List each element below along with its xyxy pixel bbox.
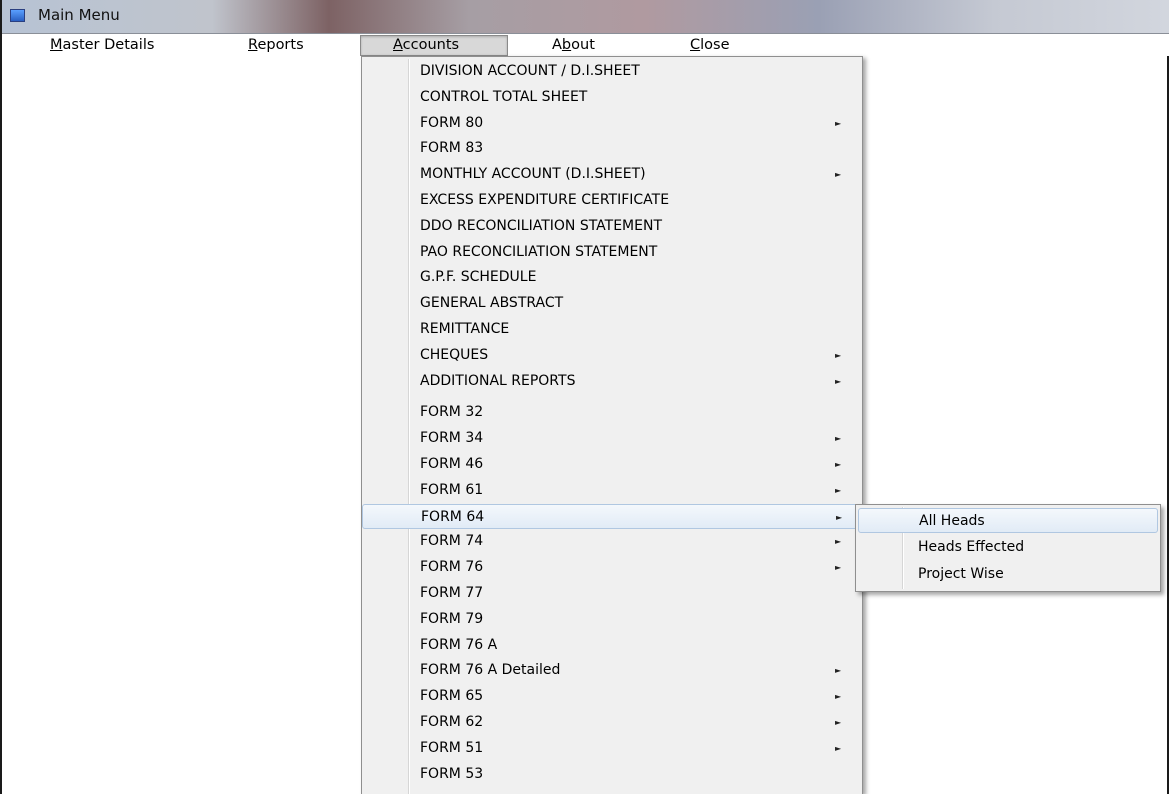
menu-item-form-76-a[interactable]: FORM 76 A	[362, 633, 862, 658]
menu-item-monthly-account-d-i-sheet[interactable]: MONTHLY ACCOUNT (D.I.SHEET) ►	[362, 162, 862, 187]
submenu-item-heads-effected[interactable]: Heads Effected	[858, 535, 1158, 560]
menu-accounts[interactable]: Accounts	[360, 35, 508, 56]
menu-item-form-65[interactable]: FORM 65 ►	[362, 684, 862, 709]
submenu-arrow-icon: ►	[835, 744, 842, 753]
submenu-arrow-icon: ►	[835, 692, 842, 701]
menu-item-label: FORM 62	[420, 714, 484, 730]
submenu-item-all-heads[interactable]: All Heads	[858, 508, 1158, 533]
submenu-arrow-icon: ►	[835, 351, 842, 360]
menu-item-label: FORM 34	[420, 430, 484, 446]
menu-item-form-76-a-detailed[interactable]: FORM 76 A Detailed ►	[362, 658, 862, 683]
menu-item-form-53[interactable]: FORM 53	[362, 762, 862, 787]
menu-item-form-34[interactable]: FORM 34 ►	[362, 426, 862, 451]
submenu-arrow-icon: ►	[835, 486, 842, 495]
menu-item-label: DDO RECONCILIATION STATEMENT	[420, 218, 663, 234]
menu-item-label: FORM 51	[420, 740, 484, 756]
submenu-arrow-icon: ►	[835, 666, 842, 675]
menu-item-form-32[interactable]: FORM 32	[362, 400, 862, 425]
form64-submenu: All Heads Heads Effected Project Wise	[855, 504, 1161, 592]
menu-item-ddo-reconciliation-statement[interactable]: DDO RECONCILIATION STATEMENT	[362, 214, 862, 239]
menu-item-label: CONTROL TOTAL SHEET	[420, 89, 588, 105]
menu-item-form-83[interactable]: FORM 83	[362, 136, 862, 161]
menu-item-form-80[interactable]: FORM 80 ►	[362, 111, 862, 136]
menu-item-label: FORM 64	[421, 509, 485, 525]
menu-item-form-79[interactable]: FORM 79	[362, 607, 862, 632]
menu-item-label: FORM 76 A Detailed	[420, 662, 561, 678]
menu-item-label: FORM 83	[420, 140, 484, 156]
app-icon[interactable]	[10, 9, 25, 22]
menu-item-label: FORM 74	[420, 533, 484, 549]
menu-item-label: FORM 76	[420, 559, 484, 575]
menu-item-general-abstract[interactable]: GENERAL ABSTRACT	[362, 291, 862, 316]
submenu-item-label: Project Wise	[918, 566, 1004, 582]
menu-about[interactable]: About	[546, 36, 601, 55]
menu-item-excess-expenditure-certificate[interactable]: EXCESS EXPENDITURE CERTIFICATE	[362, 188, 862, 213]
menu-item-cheques[interactable]: CHEQUES ►	[362, 343, 862, 368]
submenu-arrow-icon: ►	[836, 513, 843, 522]
menu-item-label: FORM 32	[420, 404, 484, 420]
menu-reports[interactable]: Reports	[242, 36, 310, 55]
menu-item-label: GENERAL ABSTRACT	[420, 295, 564, 311]
accounts-dropdown-menu: DIVISION ACCOUNT / D.I.SHEET CONTROL TOTA…	[361, 56, 863, 794]
menu-bar: Master Details Reports Accounts About Cl…	[2, 34, 1169, 56]
menu-item-label: FORM 65	[420, 688, 484, 704]
menu-item-label: G.P.F. SCHEDULE	[420, 269, 537, 285]
menu-item-label: DIVISION ACCOUNT / D.I.SHEET	[420, 63, 640, 79]
submenu-item-label: Heads Effected	[918, 539, 1025, 555]
menu-item-form-74[interactable]: FORM 74 ►	[362, 529, 862, 554]
menu-item-label: MONTHLY ACCOUNT (D.I.SHEET)	[420, 166, 646, 182]
menu-item-label: CHEQUES	[420, 347, 489, 363]
menu-item-form-51[interactable]: FORM 51 ►	[362, 736, 862, 761]
submenu-arrow-icon: ►	[835, 563, 842, 572]
submenu-item-project-wise[interactable]: Project Wise	[858, 562, 1158, 587]
menu-item-label: PAO RECONCILIATION STATEMENT	[420, 244, 658, 260]
title-bar[interactable]: Main Menu	[2, 0, 1169, 34]
menu-item-g-p-f-schedule[interactable]: G.P.F. SCHEDULE	[362, 265, 862, 290]
menu-item-form-46[interactable]: FORM 46 ►	[362, 452, 862, 477]
menu-item-form-77[interactable]: FORM 77	[362, 581, 862, 606]
submenu-arrow-icon: ►	[835, 434, 842, 443]
menu-item-label: FORM 61	[420, 482, 484, 498]
submenu-arrow-icon: ►	[835, 537, 842, 546]
submenu-arrow-icon: ►	[835, 460, 842, 469]
menu-item-form-76[interactable]: FORM 76 ►	[362, 555, 862, 580]
menu-item-form-62[interactable]: FORM 62 ►	[362, 710, 862, 735]
menu-item-control-total-sheet[interactable]: CONTROL TOTAL SHEET	[362, 85, 862, 110]
submenu-arrow-icon: ►	[835, 119, 842, 128]
menu-item-label: FORM 76 A	[420, 637, 498, 653]
menu-item-additional-reports[interactable]: ADDITIONAL REPORTS ►	[362, 369, 862, 394]
menu-item-form-61[interactable]: FORM 61 ►	[362, 478, 862, 503]
menu-item-label: REMITTANCE	[420, 321, 510, 337]
menu-item-pao-reconciliation-statement[interactable]: PAO RECONCILIATION STATEMENT	[362, 240, 862, 265]
submenu-arrow-icon: ►	[835, 170, 842, 179]
menu-item-remittance[interactable]: REMITTANCE	[362, 317, 862, 342]
menu-item-label: ADDITIONAL REPORTS	[420, 373, 576, 389]
menu-item-form-64[interactable]: FORM 64 ►	[362, 504, 862, 529]
menu-item-label: EXCESS EXPENDITURE CERTIFICATE	[420, 192, 670, 208]
submenu-arrow-icon: ►	[835, 718, 842, 727]
menu-item-label: FORM 79	[420, 611, 484, 627]
menu-item-division-account-d-i-sheet[interactable]: DIVISION ACCOUNT / D.I.SHEET	[362, 59, 862, 84]
menu-master-details[interactable]: Master Details	[44, 36, 160, 55]
submenu-item-label: All Heads	[919, 513, 985, 529]
submenu-arrow-icon: ►	[835, 377, 842, 386]
window-title: Main Menu	[38, 6, 120, 24]
menu-item-label: FORM 80	[420, 115, 484, 131]
menu-item-label: FORM 46	[420, 456, 484, 472]
menu-item-label: FORM 77	[420, 585, 484, 601]
menu-close[interactable]: Close	[684, 36, 736, 55]
main-window: Main Menu Master Details Reports Account…	[0, 0, 1169, 794]
menu-item-label: FORM 53	[420, 766, 484, 782]
